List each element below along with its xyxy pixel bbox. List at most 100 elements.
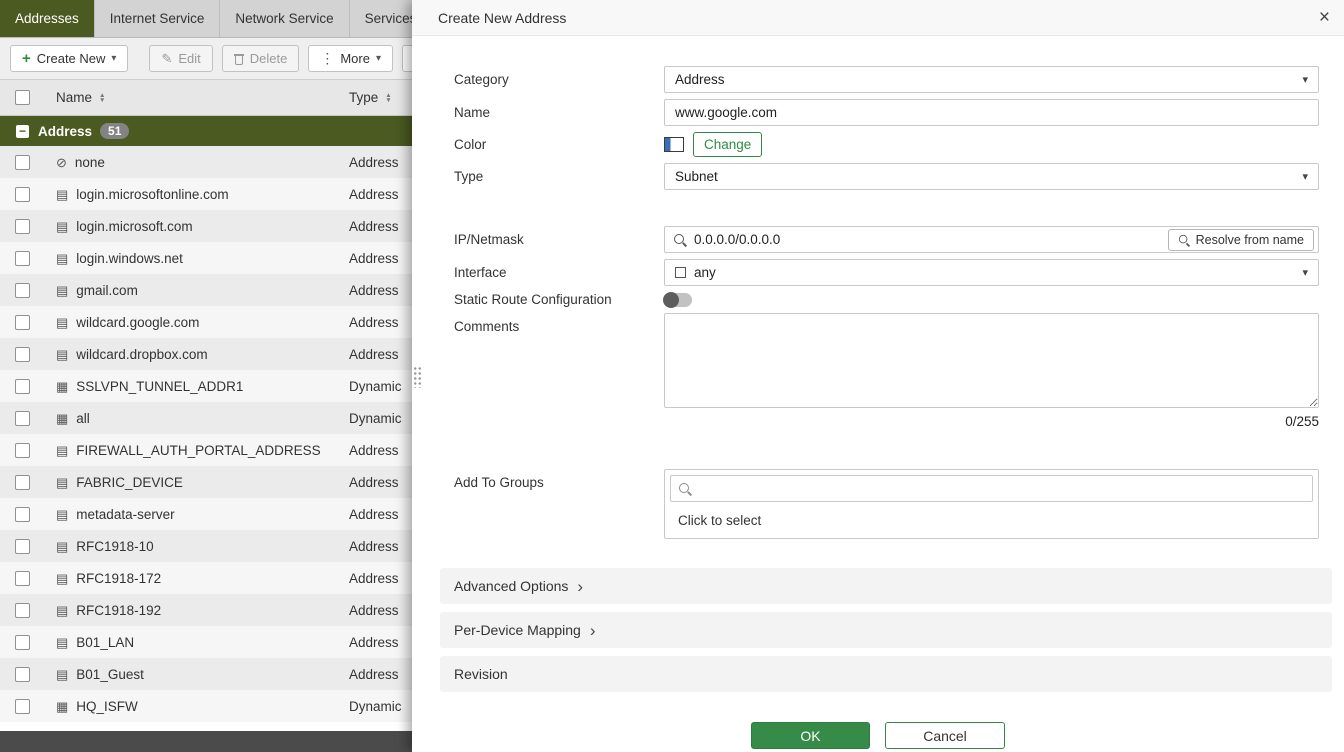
chevron-right-icon: › (590, 622, 596, 639)
type-row: Type Subnet ▾ (454, 163, 1319, 190)
row-checkbox[interactable] (15, 699, 30, 714)
create-new-address-modal: Create New Address × Category Address ▾ … (412, 0, 1344, 752)
add-to-groups-label: Add To Groups (454, 469, 664, 490)
group-label: Address (38, 124, 92, 139)
row-checkbox[interactable] (15, 507, 30, 522)
color-label: Color (454, 137, 664, 152)
section-header[interactable]: Revision (440, 656, 1332, 692)
row-checkbox[interactable] (15, 187, 30, 202)
type-select[interactable]: Subnet ▾ (664, 163, 1319, 190)
modal-footer: OK Cancel (412, 700, 1344, 749)
row-checkbox[interactable] (15, 283, 30, 298)
delete-label: Delete (250, 51, 288, 66)
row-checkbox[interactable] (15, 475, 30, 490)
address-icon (56, 284, 68, 297)
delete-button[interactable]: Delete (222, 45, 300, 72)
resize-gripper[interactable] (413, 366, 422, 388)
row-checkbox[interactable] (15, 571, 30, 586)
row-checkbox[interactable] (15, 155, 30, 170)
select-all-checkbox[interactable] (15, 90, 30, 105)
close-icon[interactable]: × (1319, 8, 1330, 27)
cancel-button[interactable]: Cancel (885, 722, 1005, 749)
row-checkbox[interactable] (15, 379, 30, 394)
resolve-label: Resolve from name (1196, 233, 1304, 247)
modal-form: Category Address ▾ Name Color Change Typ… (412, 36, 1344, 539)
color-swatch-icon (664, 137, 684, 152)
row-checkbox[interactable] (15, 635, 30, 650)
row-type: Address (349, 443, 399, 458)
row-type: Address (349, 635, 399, 650)
create-new-button[interactable]: + Create New ▾ (10, 45, 128, 72)
row-type: Address (349, 507, 399, 522)
row-name: RFC1918-192 (76, 603, 161, 618)
row-checkbox[interactable] (15, 539, 30, 554)
search-icon (1179, 234, 1189, 244)
static-route-row: Static Route Configuration (454, 292, 1319, 307)
more-button[interactable]: ⋮ More ▾ (308, 45, 393, 72)
category-select[interactable]: Address ▾ (664, 66, 1319, 93)
row-checkbox[interactable] (15, 443, 30, 458)
static-route-label: Static Route Configuration (454, 292, 664, 307)
tab[interactable]: Addresses (0, 0, 95, 37)
interface-value: any (694, 265, 716, 280)
row-type: Address (349, 315, 399, 330)
name-input[interactable] (664, 99, 1319, 126)
row-checkbox[interactable] (15, 219, 30, 234)
ok-button[interactable]: OK (751, 722, 870, 749)
row-name: SSLVPN_TUNNEL_ADDR1 (76, 379, 243, 394)
row-name: B01_Guest (76, 667, 144, 682)
trash-icon (234, 53, 244, 65)
dynamic-icon (56, 412, 68, 425)
row-checkbox[interactable] (15, 347, 30, 362)
row-checkbox[interactable] (15, 315, 30, 330)
groups-hint[interactable]: Click to select (665, 507, 1318, 538)
resolve-from-name-button[interactable]: Resolve from name (1168, 229, 1314, 251)
row-name: RFC1918-172 (76, 571, 161, 586)
edit-button[interactable]: ✎ Edit (149, 45, 212, 72)
add-to-groups-row: Add To Groups Click to select (454, 469, 1319, 539)
comments-row: Comments (454, 313, 1319, 408)
address-icon (56, 540, 68, 553)
row-type: Address (349, 187, 399, 202)
dynamic-icon (56, 700, 68, 713)
row-name: wildcard.dropbox.com (76, 347, 207, 362)
comments-textarea[interactable] (664, 313, 1319, 408)
interface-select[interactable]: any ▾ (664, 259, 1319, 286)
row-type: Address (349, 347, 399, 362)
address-icon (56, 572, 68, 585)
row-checkbox[interactable] (15, 251, 30, 266)
name-column-header[interactable]: Name ▲▼ (44, 90, 345, 105)
row-checkbox[interactable] (15, 667, 30, 682)
groups-box: Click to select (664, 469, 1319, 539)
address-icon (56, 348, 68, 361)
name-row: Name (454, 99, 1319, 126)
category-label: Category (454, 72, 664, 87)
plus-icon: + (22, 50, 31, 67)
row-name: metadata-server (76, 507, 174, 522)
tab[interactable]: Network Service (220, 0, 349, 37)
change-color-button[interactable]: Change (693, 132, 762, 157)
modal-title: Create New Address (438, 10, 1319, 26)
row-checkbox[interactable] (15, 411, 30, 426)
section-label: Per-Device Mapping (454, 622, 581, 638)
row-name: FABRIC_DEVICE (76, 475, 183, 490)
address-icon (56, 188, 68, 201)
groups-search-input[interactable] (699, 481, 1304, 496)
section-header[interactable]: Advanced Options › (440, 568, 1332, 604)
row-checkbox[interactable] (15, 603, 30, 618)
comments-counter: 0/255 (454, 414, 1319, 429)
category-value: Address (675, 72, 725, 87)
static-route-toggle[interactable] (664, 293, 692, 307)
row-name: HQ_ISFW (76, 699, 138, 714)
tab[interactable]: Internet Service (95, 0, 221, 37)
edit-label: Edit (178, 51, 200, 66)
none-icon (56, 156, 67, 169)
row-name: login.microsoftonline.com (76, 187, 228, 202)
collapse-icon[interactable]: − (16, 125, 29, 138)
section-header[interactable]: Per-Device Mapping › (440, 612, 1332, 648)
count-badge: 51 (100, 123, 129, 139)
ip-netmask-input[interactable] (694, 232, 1168, 247)
tab-label: Services (365, 11, 417, 26)
row-type: Address (349, 539, 399, 554)
address-icon (56, 636, 68, 649)
